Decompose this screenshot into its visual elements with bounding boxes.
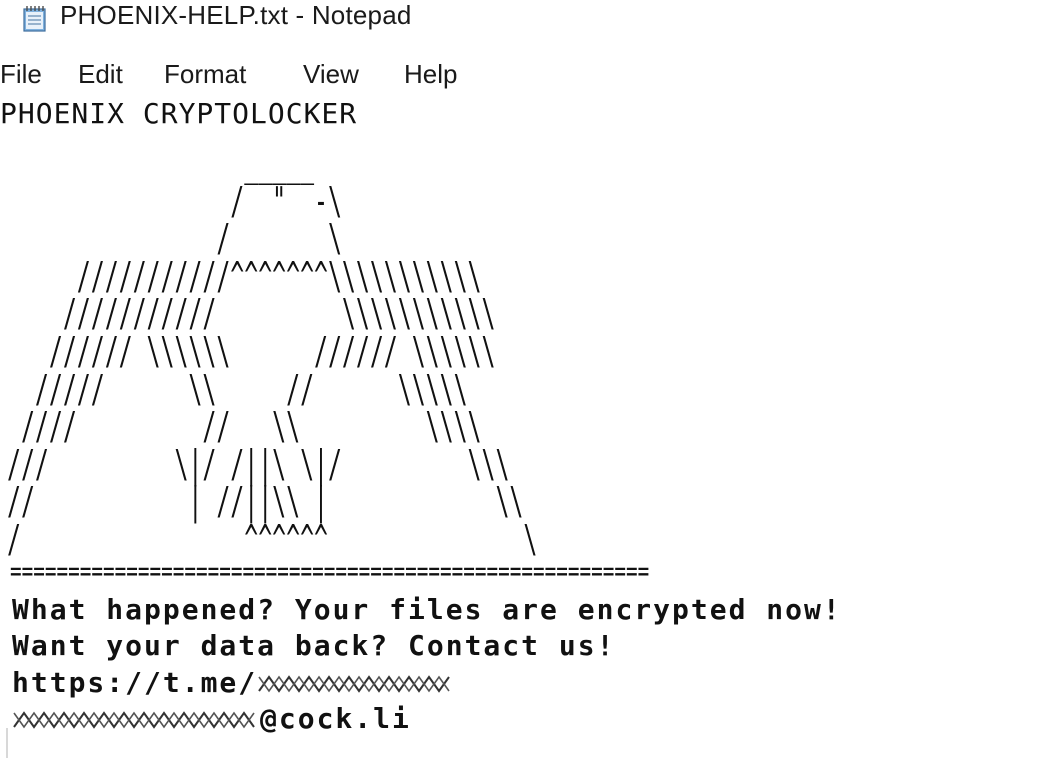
message-contact-us: Want your data back? Contact us! — [12, 629, 616, 662]
text-caret — [6, 728, 8, 758]
message-what-happened: What happened? Your files are encrypted … — [12, 593, 842, 626]
telegram-url-prefix: https://t.me/ — [12, 666, 258, 699]
redacted-scribble-icon — [258, 675, 450, 693]
menu-view[interactable]: View — [303, 56, 359, 92]
menu-help[interactable]: Help — [404, 56, 457, 92]
menu-file[interactable]: File — [0, 56, 42, 92]
notepad-icon — [23, 6, 46, 32]
title-bar: PHOENIX-HELP.txt - Notepad — [0, 0, 1047, 50]
email-domain: @cock.li — [260, 702, 411, 735]
menu-bar: File Edit Format View Help — [0, 56, 1047, 92]
ascii-art-phoenix: _____ / " -\ / \ ///////////^^^^^^^\\\\\… — [7, 141, 538, 561]
divider-line: ========================================… — [10, 555, 650, 587]
ransom-note-title: PHOENIX CRYPTOLOCKER — [0, 97, 358, 130]
text-editor-area[interactable]: PHOENIX CRYPTOLOCKER _____ / " -\ / \ //… — [0, 92, 1047, 760]
menu-edit[interactable]: Edit — [78, 56, 123, 92]
contact-email-line: @cock.li — [12, 701, 411, 737]
menu-format[interactable]: Format — [164, 56, 246, 92]
redacted-scribble-icon — [13, 711, 255, 729]
contact-telegram-line: https://t.me/ — [12, 665, 457, 701]
window-title: PHOENIX-HELP.txt - Notepad — [60, 0, 412, 30]
